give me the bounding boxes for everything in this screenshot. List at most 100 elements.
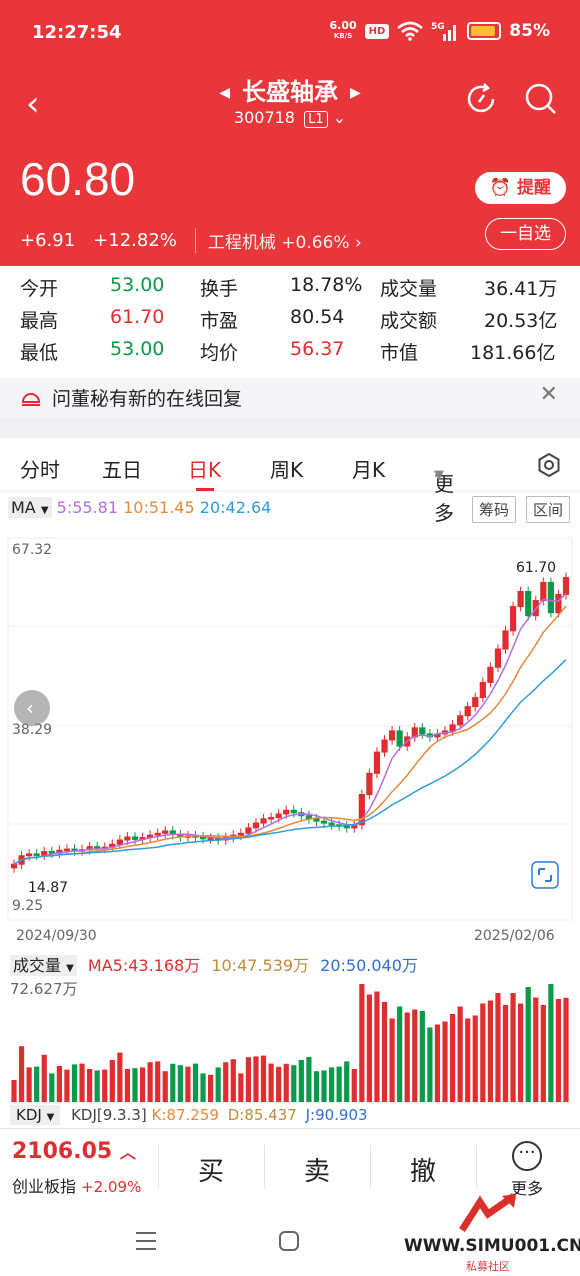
stat-value: 53.00 — [110, 274, 165, 296]
divider — [370, 1145, 371, 1189]
tab-intraday[interactable]: 分时 — [20, 454, 60, 483]
volume-bar — [283, 1063, 289, 1102]
candle — [509, 606, 517, 632]
refresh-icon[interactable] — [464, 82, 498, 116]
buy-button[interactable]: 买 — [198, 1151, 224, 1188]
home-icon[interactable] — [278, 1230, 300, 1252]
volume-bar — [351, 1069, 357, 1102]
volume-bar — [49, 1073, 55, 1102]
index-value: 2106.05 — [12, 1139, 113, 1164]
stock-name: 长盛轴承 — [242, 78, 338, 106]
candle — [267, 817, 275, 820]
candle — [207, 837, 214, 841]
candle — [373, 751, 381, 774]
candle — [343, 825, 350, 829]
menu-icon[interactable] — [134, 1230, 158, 1252]
candle — [388, 730, 396, 741]
watchlist-button[interactable]: 一自选 — [485, 218, 566, 250]
volume-bar — [434, 1024, 441, 1102]
watermark-sub: 私募社区 — [466, 1260, 510, 1273]
ma-selector[interactable]: MA ▼ — [8, 497, 52, 518]
battery-level: 85% — [509, 21, 550, 41]
volume-bar — [162, 1071, 168, 1102]
wifi-icon — [397, 21, 424, 41]
status-time: 12:27:54 — [32, 22, 122, 43]
change-value: +6.91 — [20, 230, 76, 251]
tab-daily-k[interactable]: 日K — [188, 454, 221, 483]
tab-five-day[interactable]: 五日 — [102, 454, 142, 483]
svg-text:5G: 5G — [431, 22, 445, 32]
candle — [290, 809, 297, 814]
volume-bar — [419, 1011, 425, 1102]
settings-icon[interactable] — [536, 452, 562, 478]
candle — [162, 830, 169, 834]
low-mark: 14.87 — [28, 880, 68, 896]
high-mark: 61.70 — [516, 560, 556, 576]
stat-value: 53.00 — [110, 338, 165, 360]
last-price: 60.80 — [20, 153, 136, 205]
notice-bar[interactable]: 问董秘有新的在线回复 ✕ — [0, 378, 580, 418]
volume-bar — [87, 1069, 93, 1102]
volume-bar — [170, 1063, 176, 1102]
stat-value: 80.54 — [290, 306, 345, 328]
candle — [562, 577, 570, 595]
sell-button[interactable]: 卖 — [304, 1151, 330, 1188]
candle — [260, 818, 267, 824]
signal-icon: 5G — [431, 22, 457, 41]
volume-bar — [487, 1000, 493, 1102]
close-icon[interactable]: ✕ — [540, 382, 558, 407]
search-icon[interactable] — [524, 82, 558, 116]
volume-bar — [480, 1003, 486, 1102]
volume-bar — [155, 1061, 161, 1102]
ma20-value: 20:42.64 — [199, 498, 272, 517]
chips-button[interactable]: 筹码 — [472, 496, 517, 523]
more-icon[interactable]: ··· — [512, 1141, 542, 1171]
stat-value: 181.66亿 — [470, 342, 556, 364]
ma5-value: 5:55.81 — [56, 498, 119, 517]
divider — [476, 1145, 477, 1189]
stat-label: 换手 — [200, 278, 239, 300]
volume-bar — [366, 994, 372, 1102]
sector-link[interactable]: 工程机械 +0.66% › — [194, 228, 362, 253]
fullscreen-button[interactable] — [531, 861, 559, 889]
candle — [366, 772, 373, 796]
volume-bar — [381, 1002, 388, 1102]
cancel-order-button[interactable]: 撤 — [410, 1151, 436, 1188]
volume-bar — [94, 1070, 100, 1102]
tab-monthly-k[interactable]: 月K — [352, 454, 385, 483]
candle — [328, 822, 335, 826]
change-row: +6.91 +12.82% 工程机械 +0.66% › — [20, 228, 362, 253]
index-name: 创业板指 — [12, 1177, 77, 1196]
volume-bar — [404, 1012, 410, 1102]
volume-bar — [109, 1060, 115, 1102]
volume-bar — [449, 1014, 456, 1102]
next-stock-icon[interactable]: ▶ — [350, 85, 361, 101]
volume-bar — [344, 1061, 350, 1102]
stat-label: 成交量 — [380, 278, 438, 300]
tab-weekly-k[interactable]: 周K — [270, 454, 303, 483]
candle — [26, 853, 33, 857]
range-button[interactable]: 区间 — [526, 496, 571, 523]
alert-button[interactable]: ⏰ 提醒 — [474, 172, 566, 204]
prev-stock-icon[interactable]: ◀ — [219, 85, 230, 101]
volume-chart[interactable] — [0, 972, 580, 1104]
volume-bar — [555, 999, 562, 1102]
kdj-selector[interactable]: KDJ ▼ — [10, 1105, 61, 1125]
ma-legend: MA ▼ 5:55.81 10:51.45 20:42.64 — [8, 497, 272, 518]
volume-bar — [518, 1003, 524, 1102]
volume-bar — [359, 984, 365, 1102]
volume-bar — [472, 1015, 478, 1102]
candle — [41, 851, 48, 856]
candle — [283, 809, 290, 815]
stat-value: 20.53亿 — [484, 310, 558, 332]
kline-chart[interactable]: 67.32 38.29 9.25 14.87 61.70 2024/09/30 … — [0, 530, 580, 950]
volume-bar — [525, 987, 531, 1102]
volume-bar — [465, 1018, 471, 1102]
candle — [313, 818, 320, 822]
battery-icon — [467, 22, 502, 40]
stat-label: 市值 — [380, 342, 419, 364]
status-icons: 6.00 KB/S HD 5G 85% — [329, 20, 550, 42]
volume-bar — [117, 1052, 123, 1102]
divider — [158, 1145, 159, 1189]
volume-bar — [276, 1066, 282, 1102]
